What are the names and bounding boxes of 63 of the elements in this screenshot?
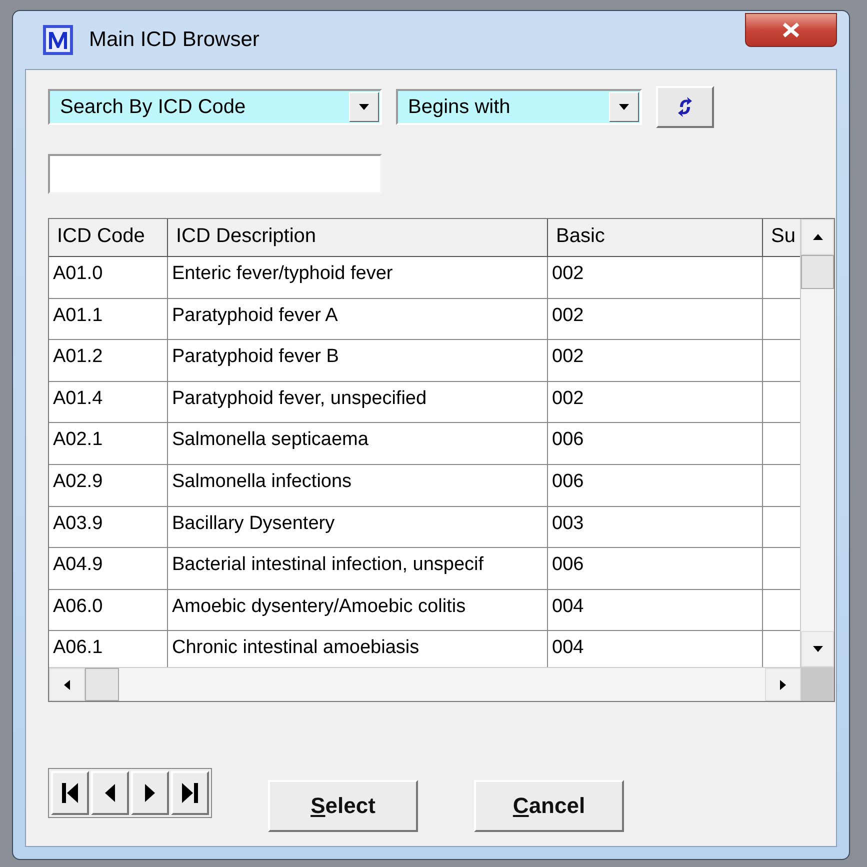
table-cell: A02.9 [53, 470, 103, 492]
table-cell: Chronic intestinal amoebiasis [172, 637, 420, 658]
vertical-scrollbar[interactable] [800, 219, 834, 667]
refresh-button[interactable] [656, 86, 714, 128]
horizontal-scrollbar[interactable] [49, 667, 834, 701]
scroll-up-arrow-icon [812, 233, 824, 241]
table-cell: Bacterial intestinal infection, unspecif [172, 554, 484, 576]
cancel-button[interactable]: Cancel [474, 780, 624, 832]
table-cell: 006 [552, 429, 584, 450]
match-mode-dropdown[interactable]: Begins with [396, 89, 642, 125]
scroll-thumb[interactable] [801, 255, 834, 289]
table-cell: A01.0 [53, 263, 103, 284]
table-cell: A03.9 [53, 512, 103, 534]
table-cell: A01.4 [53, 388, 103, 409]
table-cell: A01.1 [53, 304, 103, 326]
table-cell: Salmonella septicaema [172, 429, 368, 450]
close-icon [781, 22, 801, 38]
table-cell: A06.1 [53, 637, 103, 658]
column-header[interactable]: Basic [548, 219, 763, 257]
last-record-button[interactable] [171, 771, 209, 815]
window-title: Main ICD Browser [89, 28, 260, 52]
table-cell: A01.2 [53, 346, 103, 368]
table-cell: 006 [552, 554, 584, 576]
column-header[interactable]: ICD Description [168, 219, 548, 257]
scroll-down-arrow-icon [812, 645, 824, 653]
table-cell: 004 [552, 637, 584, 658]
scrollbar-corner [801, 668, 834, 701]
table-cell: Bacillary Dysentery [172, 512, 335, 534]
app-logo-icon [43, 25, 73, 55]
table-cell: Enteric fever/typhoid fever [172, 263, 393, 284]
previous-record-button[interactable] [91, 771, 129, 815]
table-cell: A04.9 [53, 554, 103, 576]
dropdown-arrow-icon [618, 103, 630, 111]
close-button[interactable] [745, 13, 837, 47]
table-cell: A02.1 [53, 429, 103, 450]
dropdown-arrow-icon [358, 103, 370, 111]
table-cell: 006 [552, 470, 584, 492]
table-cell: Salmonella infections [172, 470, 352, 492]
first-icon [60, 781, 80, 805]
table-cell: A06.0 [53, 596, 103, 617]
refresh-icon [677, 95, 693, 119]
column-header[interactable]: ICD Code [49, 219, 168, 257]
table-cell: 002 [552, 388, 584, 409]
scroll-left-arrow-icon [63, 678, 71, 690]
table-cell: 002 [552, 263, 584, 284]
scroll-thumb[interactable] [85, 668, 119, 701]
table-cell: Paratyphoid fever B [172, 346, 339, 368]
search-field[interactable] [48, 154, 382, 194]
scroll-right-arrow-icon [779, 678, 787, 690]
table-cell: 002 [552, 346, 584, 368]
next-icon [143, 781, 157, 805]
select-button[interactable]: Select [268, 780, 418, 832]
last-icon [180, 781, 200, 805]
table-cell: 004 [552, 596, 584, 617]
table-cell: Amoebic dysentery/Amoebic colitis [172, 596, 466, 617]
table-cell: 002 [552, 304, 584, 326]
first-record-button[interactable] [51, 771, 89, 815]
next-record-button[interactable] [131, 771, 169, 815]
table-cell: Paratyphoid fever, unspecified [172, 388, 427, 409]
table-cell: 003 [552, 512, 584, 534]
search-by-dropdown[interactable]: Search By ICD Code [48, 89, 382, 125]
previous-icon [103, 781, 117, 805]
table-cell: Paratyphoid fever A [172, 304, 338, 326]
